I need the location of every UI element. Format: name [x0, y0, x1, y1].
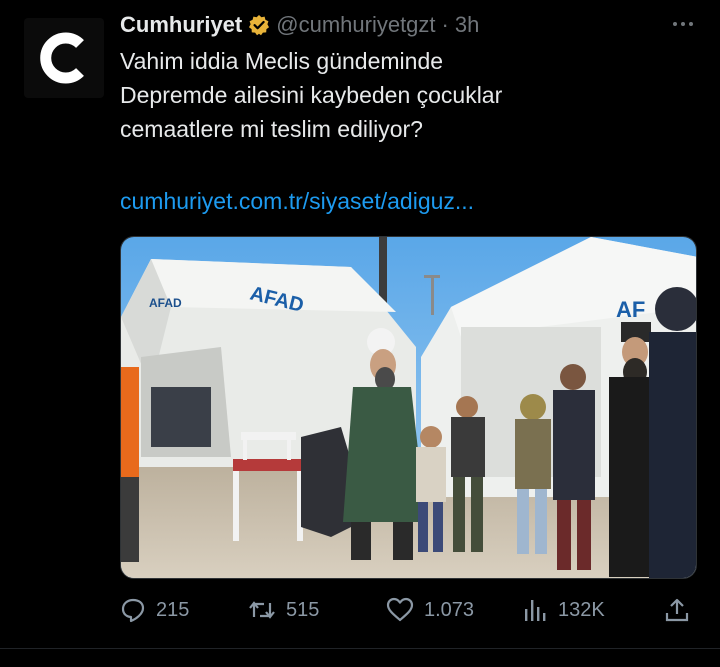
tweet-actions: 215 515 1.073 132K — [120, 594, 700, 626]
author-handle[interactable]: @cumhuriyetgzt — [276, 12, 435, 38]
retweet-button[interactable]: 515 — [248, 594, 319, 626]
camp-photo-image: AFAD AFAD AF — [121, 237, 696, 578]
author-name[interactable]: Cumhuriyet — [120, 12, 242, 38]
article-link[interactable]: cumhuriyet.com.tr/siyaset/adiguz... — [120, 188, 474, 215]
views-chart-icon — [525, 600, 546, 621]
retweet-icon — [249, 601, 275, 619]
tweet-text-line: Depremde ailesini kaybeden çocuklar — [120, 82, 503, 108]
tweet-photo[interactable]: AFAD AFAD AF — [120, 236, 697, 579]
reply-button[interactable]: 215 — [120, 594, 189, 626]
tweet-text-line: cemaatlere mi teslim ediliyor? — [120, 116, 423, 142]
cumhuriyet-logo-icon — [40, 32, 84, 84]
views-button[interactable]: 132K — [522, 594, 605, 626]
retweet-count: 515 — [286, 598, 320, 621]
more-options-icon[interactable] — [668, 12, 698, 36]
views-count: 132K — [558, 598, 605, 621]
heart-icon — [386, 597, 414, 622]
share-button[interactable] — [664, 594, 700, 626]
tent-logo-small: AFAD — [149, 296, 182, 310]
timestamp[interactable]: 3h — [455, 12, 479, 38]
reply-count: 215 — [156, 598, 190, 621]
tent-logo-right: AF — [616, 297, 645, 322]
share-icon — [665, 598, 689, 622]
separator-dot: · — [441, 12, 449, 37]
tweet-text: Vahim iddia Meclis gündeminde Depremde a… — [120, 44, 680, 146]
like-button[interactable]: 1.073 — [386, 594, 474, 626]
reply-icon — [121, 598, 145, 623]
verified-badge-icon — [248, 14, 270, 36]
like-count: 1.073 — [424, 598, 475, 621]
tweet-text-line: Vahim iddia Meclis gündeminde — [120, 48, 444, 74]
divider — [0, 648, 720, 649]
tweet-header: Cumhuriyet @cumhuriyetgzt · 3h — [120, 10, 479, 40]
avatar[interactable] — [24, 18, 104, 98]
